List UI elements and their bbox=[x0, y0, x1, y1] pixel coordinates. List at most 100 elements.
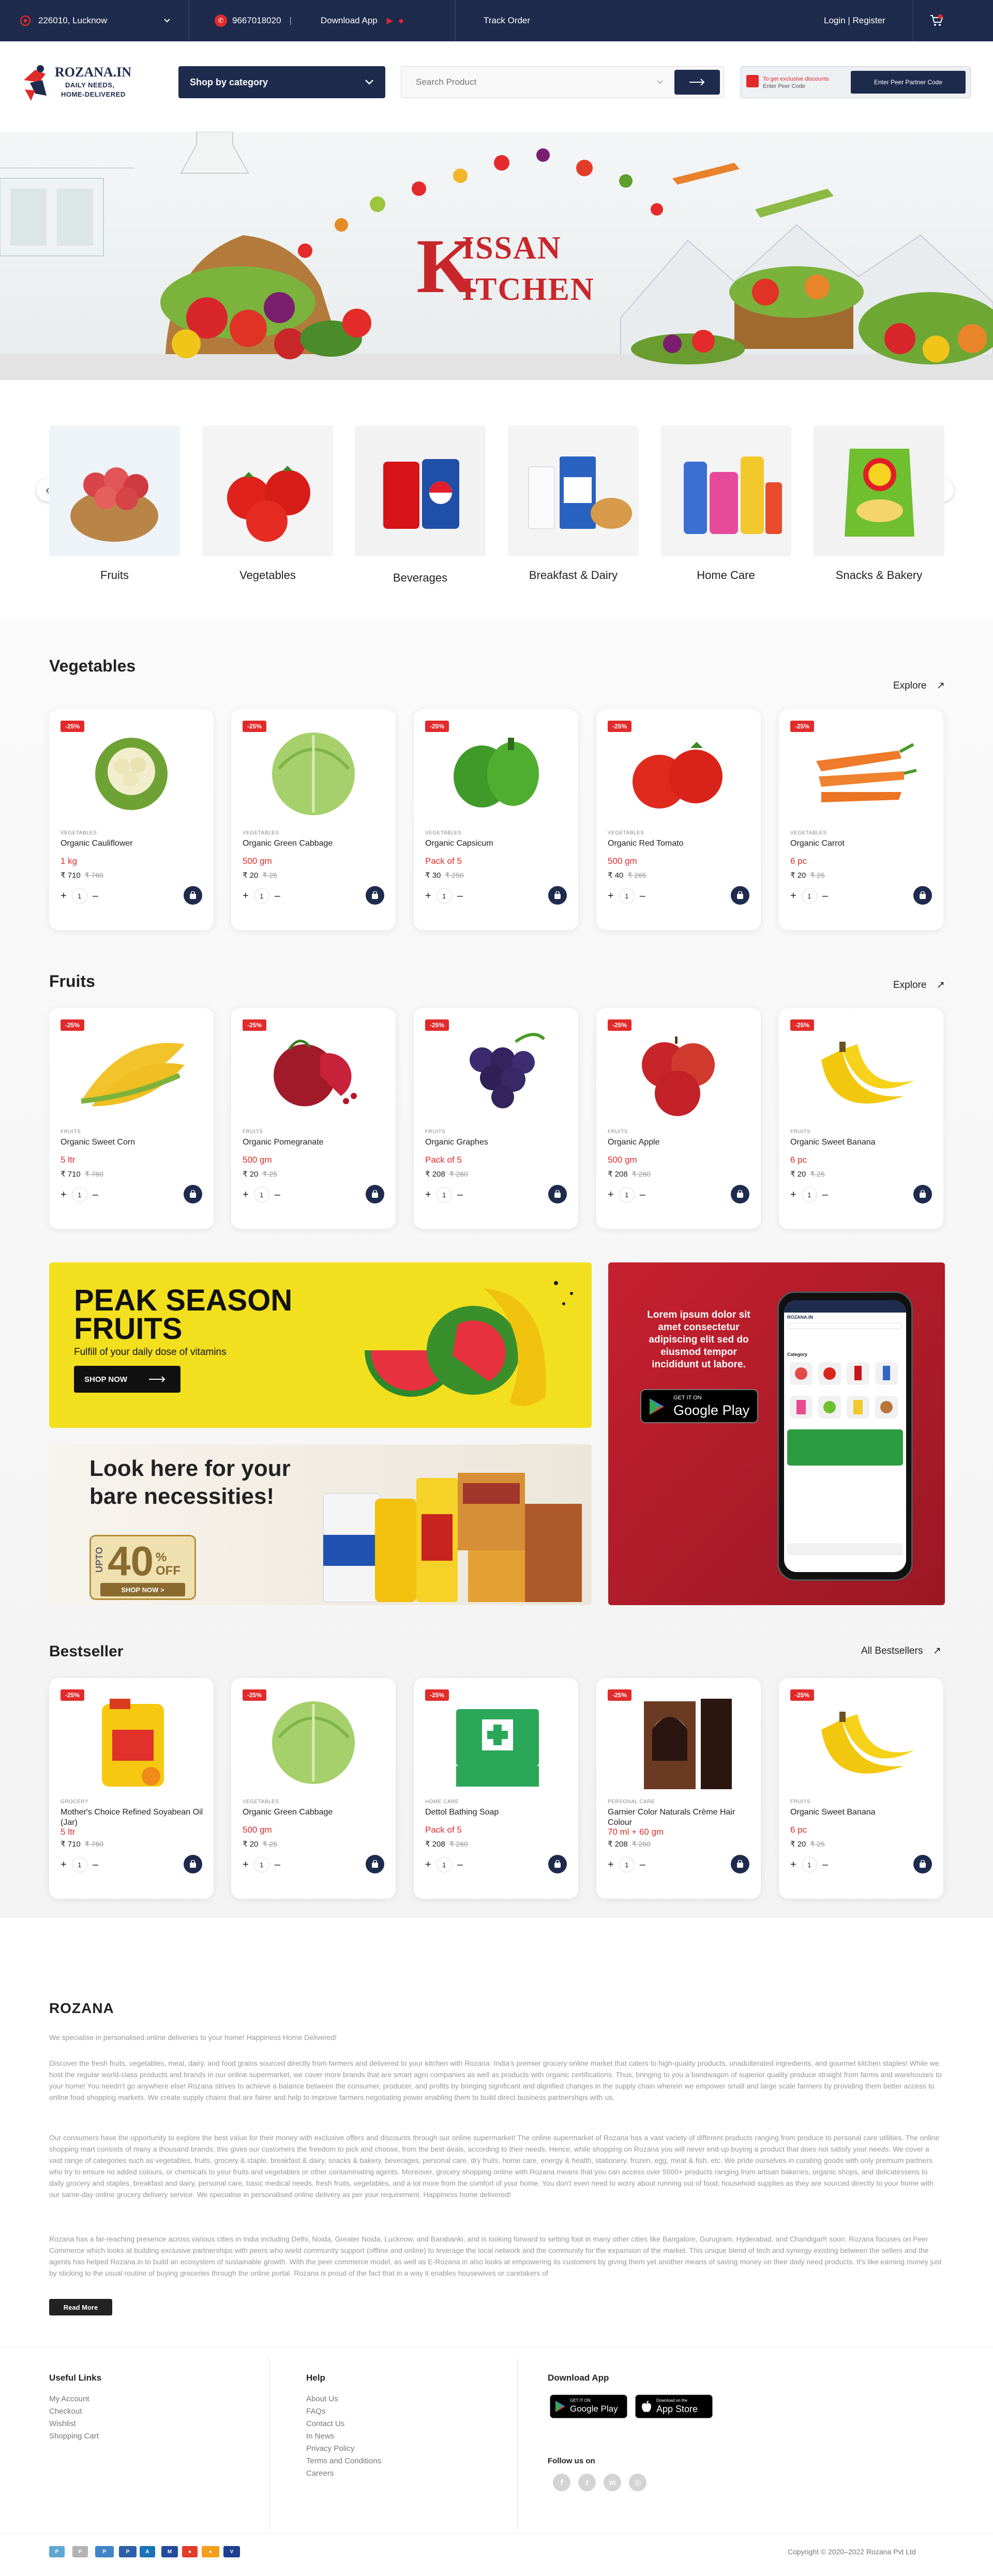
product-image[interactable] bbox=[61, 1688, 202, 1797]
category-card-beverages[interactable] bbox=[355, 425, 486, 556]
product-image[interactable] bbox=[790, 720, 932, 828]
minus-icon[interactable]: – bbox=[640, 1859, 645, 1871]
instagram-icon[interactable]: ◎ bbox=[629, 2474, 646, 2491]
footer-link[interactable]: Privacy Policy bbox=[306, 2444, 354, 2453]
google-play-badge[interactable]: GET IT ON Google Play bbox=[640, 1389, 758, 1423]
quantity-value[interactable]: 1 bbox=[436, 1187, 452, 1202]
add-to-cart-button[interactable] bbox=[913, 886, 932, 905]
minus-icon[interactable]: – bbox=[275, 1189, 280, 1201]
product-name[interactable]: Garnier Color Naturals Crème Hair Colour bbox=[608, 1807, 753, 1828]
quantity-value[interactable]: 1 bbox=[253, 1187, 269, 1202]
product-name[interactable]: Organic Apple bbox=[608, 1137, 753, 1148]
add-to-cart-button[interactable] bbox=[366, 1185, 384, 1203]
product-name[interactable]: Organic Graphes bbox=[425, 1137, 570, 1148]
all-bestsellers-link[interactable]: All Bestsellers ↗ bbox=[861, 1645, 941, 1657]
site-logo[interactable]: ROZANA.IN DAILY NEEDS, HOME-DELIVERED bbox=[20, 59, 144, 106]
product-card[interactable]: -25% GROCERY Mother's Choice Refined Soy… bbox=[49, 1678, 214, 1899]
quantity-value[interactable]: 1 bbox=[71, 1187, 87, 1202]
product-image[interactable] bbox=[790, 1018, 932, 1127]
download-app-link[interactable]: Download App ▶ ● bbox=[321, 0, 404, 41]
add-to-cart-button[interactable] bbox=[184, 886, 202, 905]
minus-icon[interactable]: – bbox=[275, 1859, 280, 1871]
product-card[interactable]: -25% FRUITS Organic Apple 500 gm ₹ 208 ₹ … bbox=[596, 1008, 761, 1229]
add-to-cart-button[interactable] bbox=[913, 1185, 932, 1203]
category-card-fruits[interactable] bbox=[49, 425, 180, 556]
quantity-value[interactable]: 1 bbox=[71, 888, 87, 904]
minus-icon[interactable]: – bbox=[93, 1189, 98, 1201]
product-card[interactable]: -25% PERSONAL CARE Garnier Color Natural… bbox=[596, 1678, 761, 1899]
track-order-link[interactable]: Track Order bbox=[484, 0, 530, 41]
login-register-link[interactable]: Login | Register bbox=[824, 0, 885, 41]
plus-icon[interactable]: + bbox=[243, 1859, 249, 1871]
product-name[interactable]: Organic Sweet Corn bbox=[61, 1137, 205, 1148]
minus-icon[interactable]: – bbox=[640, 890, 645, 902]
minus-icon[interactable]: – bbox=[457, 1189, 463, 1201]
product-name[interactable]: Organic Red Tomato bbox=[608, 839, 753, 849]
product-name[interactable]: Mother's Choice Refined Soyabean Oil (Ja… bbox=[61, 1807, 205, 1828]
plus-icon[interactable]: + bbox=[790, 1859, 796, 1871]
product-image[interactable] bbox=[608, 720, 749, 828]
quantity-value[interactable]: 1 bbox=[801, 1857, 817, 1872]
product-card[interactable]: -25% FRUITS Organic Sweet Banana 6 pc ₹ … bbox=[779, 1008, 943, 1229]
explore-fruits-link[interactable]: Explore ↗ bbox=[893, 979, 945, 991]
product-image[interactable] bbox=[61, 720, 202, 828]
plus-icon[interactable]: + bbox=[608, 890, 614, 902]
plus-icon[interactable]: + bbox=[790, 890, 796, 902]
product-name[interactable]: Organic Green Cabbage bbox=[243, 839, 387, 849]
plus-icon[interactable]: + bbox=[61, 1189, 67, 1201]
product-card[interactable]: -25% VEGETABLES Organic Carrot 6 pc ₹ 20… bbox=[779, 709, 943, 930]
minus-icon[interactable]: – bbox=[93, 1859, 98, 1871]
product-image[interactable] bbox=[243, 1688, 384, 1797]
minus-icon[interactable]: – bbox=[822, 1189, 828, 1201]
plus-icon[interactable]: + bbox=[243, 890, 249, 902]
footer-link[interactable]: My Account bbox=[49, 2395, 89, 2403]
footer-link[interactable]: FAQs bbox=[306, 2407, 326, 2416]
product-image[interactable] bbox=[243, 1018, 384, 1127]
product-card[interactable]: -25% FRUITS Organic Pomegranate 500 gm ₹… bbox=[231, 1008, 396, 1229]
add-to-cart-button[interactable] bbox=[913, 1855, 932, 1873]
google-play-badge[interactable]: GET IT ON Google Play bbox=[550, 2395, 627, 2418]
product-name[interactable]: Organic Pomegranate bbox=[243, 1137, 387, 1148]
footer-link[interactable]: Checkout bbox=[49, 2407, 82, 2416]
product-card[interactable]: -25% FRUITS Organic Sweet Banana 6 pc ₹ … bbox=[779, 1678, 943, 1899]
search-button[interactable] bbox=[674, 70, 720, 95]
add-to-cart-button[interactable] bbox=[366, 886, 384, 905]
plus-icon[interactable]: + bbox=[608, 1859, 614, 1871]
product-card[interactable]: -25% VEGETABLES Organic Green Cabbage 50… bbox=[231, 1678, 396, 1899]
search-input[interactable] bbox=[401, 67, 657, 98]
product-card[interactable]: -25% FRUITS Organic Sweet Corn 5 ltr ₹ 7… bbox=[49, 1008, 214, 1229]
add-to-cart-button[interactable] bbox=[731, 886, 749, 905]
minus-icon[interactable]: – bbox=[457, 1859, 463, 1871]
shop-now-mini-button[interactable]: SHOP NOW > bbox=[100, 1583, 185, 1596]
product-name[interactable]: Dettol Bathing Soap bbox=[425, 1807, 570, 1818]
plus-icon[interactable]: + bbox=[425, 1859, 431, 1871]
add-to-cart-button[interactable] bbox=[184, 1855, 202, 1873]
product-image[interactable] bbox=[790, 1688, 932, 1797]
facebook-icon[interactable]: f bbox=[553, 2474, 570, 2491]
minus-icon[interactable]: – bbox=[93, 890, 98, 902]
footer-link[interactable]: In News bbox=[306, 2432, 334, 2441]
quantity-value[interactable]: 1 bbox=[801, 1187, 817, 1202]
quantity-value[interactable]: 1 bbox=[619, 1857, 635, 1872]
quantity-value[interactable]: 1 bbox=[253, 888, 269, 904]
chevron-down-icon[interactable] bbox=[657, 80, 663, 84]
product-card[interactable]: -25% VEGETABLES Organic Capsicum Pack of… bbox=[414, 709, 578, 930]
minus-icon[interactable]: – bbox=[822, 1859, 828, 1871]
add-to-cart-button[interactable] bbox=[548, 1185, 567, 1203]
footer-link[interactable]: Careers bbox=[306, 2469, 334, 2478]
cart-button[interactable] bbox=[929, 0, 944, 41]
category-card-breakfast-dairy[interactable] bbox=[508, 425, 639, 556]
plus-icon[interactable]: + bbox=[425, 890, 431, 902]
footer-link[interactable]: Terms and Conditions bbox=[306, 2457, 381, 2465]
add-to-cart-button[interactable] bbox=[731, 1855, 749, 1873]
product-image[interactable] bbox=[608, 1018, 749, 1127]
phone-contact[interactable]: ✆ 9667018020 | bbox=[215, 0, 292, 41]
add-to-cart-button[interactable] bbox=[548, 886, 567, 905]
bare-necessities-banner[interactable]: Look here for your bare necessities! UPT… bbox=[49, 1444, 592, 1605]
minus-icon[interactable]: – bbox=[275, 890, 280, 902]
quantity-value[interactable]: 1 bbox=[619, 1187, 635, 1202]
product-image[interactable] bbox=[608, 1688, 749, 1797]
add-to-cart-button[interactable] bbox=[731, 1185, 749, 1203]
product-name[interactable]: Organic Capsicum bbox=[425, 839, 570, 849]
footer-link[interactable]: Contact Us bbox=[306, 2419, 344, 2428]
